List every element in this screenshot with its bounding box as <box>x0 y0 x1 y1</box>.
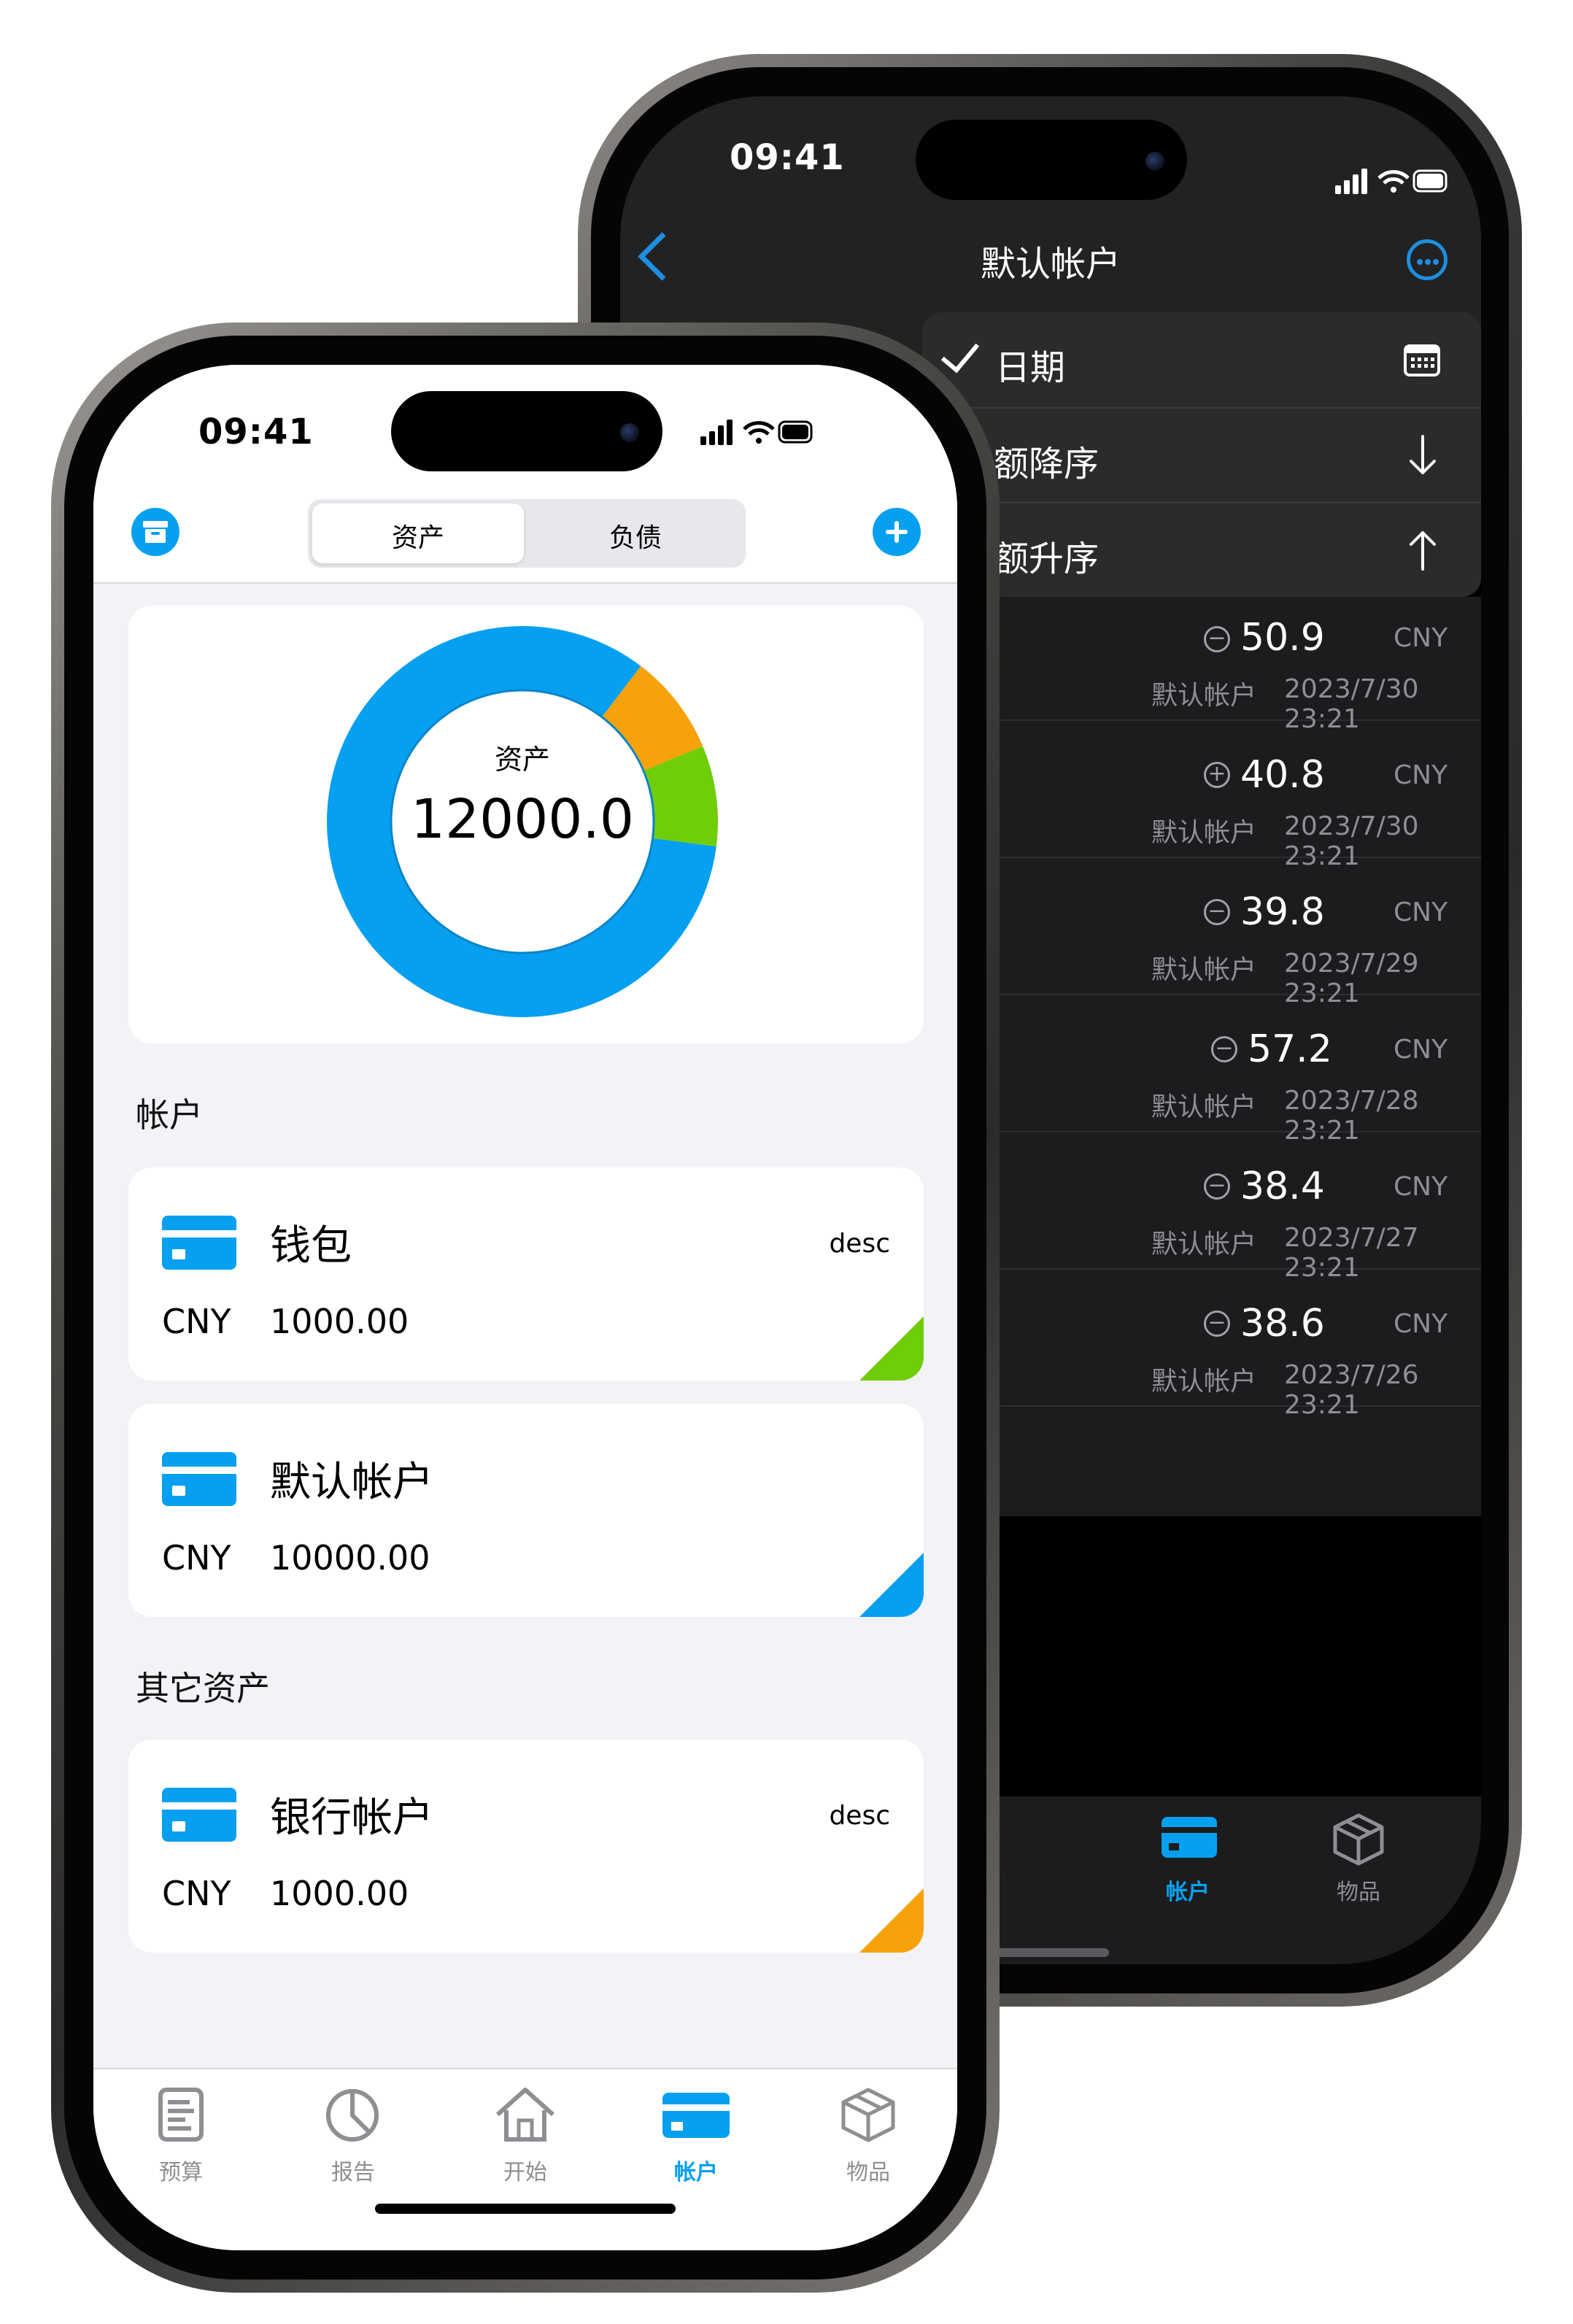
sort-option-date[interactable]: 日期 <box>922 312 1481 407</box>
box-icon <box>1333 1813 1384 1866</box>
camera-icon <box>620 423 639 442</box>
add-account-button[interactable] <box>873 508 921 556</box>
minus-circle-icon: − <box>1204 1173 1230 1200</box>
transaction-account: 默认帐户 <box>1151 1092 1257 1122</box>
archive-box-icon <box>143 521 168 543</box>
account-card-wallet[interactable]: 钱包 desc CNY 1000.00 <box>128 1167 924 1381</box>
account-card-bank[interactable]: 银行帐户 desc CNY 1000.00 <box>128 1740 924 1953</box>
tab-items[interactable]: 物品 <box>810 2084 927 2186</box>
tab-label: 开始 <box>503 2160 547 2185</box>
tab-label: 帐户 <box>674 2160 718 2185</box>
archive-button[interactable] <box>131 508 179 556</box>
camera-icon <box>1145 152 1164 171</box>
transaction-currency: CNY <box>1394 897 1448 927</box>
transaction-account: 默认帐户 <box>1151 681 1257 711</box>
home-indicator <box>375 2204 676 2214</box>
tab-accounts[interactable]: 帐户 <box>1153 1811 1284 1913</box>
transaction-account: 默认帐户 <box>1151 1367 1257 1397</box>
front-tab-bar: 预算 报告 开始 帐户 物品 <box>93 2068 957 2250</box>
assets-liabilities-segmented-control: 资产 负债 <box>308 499 746 568</box>
transaction-amount: 38.6 <box>1240 1302 1325 1346</box>
donut-label: 资产 <box>494 744 550 776</box>
front-phone-screen: 09:41 资产 负债 资产 12000.0 帐户 钱包 desc CNY 10… <box>93 365 957 2250</box>
tab-start[interactable]: 开始 <box>467 2084 584 2186</box>
transaction-currency: CNY <box>1394 1172 1448 1202</box>
transaction-amount: 40.8 <box>1240 753 1325 797</box>
account-name: 钱包 <box>270 1222 352 1270</box>
account-name: 默认帐户 <box>270 1459 433 1506</box>
account-balance: 10000.00 <box>270 1538 430 1578</box>
sort-option-label: 日期 <box>995 347 1066 388</box>
more-options-icon[interactable] <box>1407 239 1448 280</box>
account-currency: CNY <box>162 1302 231 1341</box>
status-time: 09:41 <box>730 137 845 178</box>
transaction-currency: CNY <box>1394 623 1448 653</box>
segment-liabilities[interactable]: 负债 <box>530 517 741 555</box>
transaction-amount: 39.8 <box>1240 890 1325 934</box>
assets-summary-card: 资产 12000.0 <box>128 606 924 1043</box>
house-icon <box>495 2088 555 2142</box>
minus-circle-icon: − <box>1204 899 1230 925</box>
transaction-account: 默认帐户 <box>1151 818 1257 848</box>
sort-option-amount-desc[interactable]: 金额降序 <box>922 407 1481 503</box>
account-color-tag <box>859 1553 924 1617</box>
status-time: 09:41 <box>198 412 314 452</box>
account-balance: 1000.00 <box>270 1302 409 1341</box>
status-icons <box>1335 169 1448 194</box>
tab-label: 物品 <box>1337 1880 1380 1905</box>
donut-total: 12000.0 <box>410 788 634 851</box>
segment-assets[interactable]: 资产 <box>312 517 524 555</box>
card-icon <box>162 1452 236 1506</box>
plus-circle-icon: + <box>1204 762 1230 788</box>
section-title-accounts: 帐户 <box>136 1095 203 1135</box>
account-color-tag <box>859 1888 924 1953</box>
account-color-tag <box>859 1316 924 1381</box>
tab-budget[interactable]: 预算 <box>123 2084 239 2186</box>
tab-label: 预算 <box>159 2160 203 2185</box>
sort-menu: 日期 金额降序 金额升序 <box>922 312 1481 597</box>
page-title: 默认帐户 <box>980 244 1121 285</box>
transaction-account: 默认帐户 <box>1151 955 1257 985</box>
document-icon <box>158 2088 204 2142</box>
minus-circle-icon: − <box>1204 1310 1230 1337</box>
account-balance: 1000.00 <box>270 1874 409 1913</box>
transaction-currency: CNY <box>1394 1309 1448 1339</box>
arrow-down-icon <box>1410 435 1436 474</box>
transaction-date: 2023/7/26 23:21 <box>1284 1360 1419 1420</box>
minus-circle-icon: − <box>1211 1036 1237 1062</box>
card-icon <box>162 1788 236 1842</box>
account-desc: desc <box>829 1229 890 1259</box>
pie-chart-icon <box>326 2089 379 2142</box>
tab-label: 物品 <box>846 2160 890 2185</box>
transaction-account: 默认帐户 <box>1151 1229 1257 1259</box>
tab-items[interactable]: 物品 <box>1321 1811 1452 1913</box>
transaction-currency: CNY <box>1394 1035 1448 1065</box>
arrow-up-icon <box>1410 531 1436 571</box>
box-icon <box>841 2088 895 2142</box>
minus-circle-icon: − <box>1204 626 1230 652</box>
calendar-icon <box>1404 344 1440 377</box>
section-title-other-assets: 其它资产 <box>136 1669 270 1708</box>
transaction-amount: 38.4 <box>1240 1165 1325 1208</box>
status-icons <box>700 420 813 445</box>
account-currency: CNY <box>162 1538 231 1578</box>
card-icon <box>162 1216 236 1270</box>
tab-label: 报告 <box>331 2160 375 2185</box>
sort-option-amount-asc[interactable]: 金额升序 <box>922 502 1481 598</box>
account-name: 银行帐户 <box>270 1794 433 1842</box>
card-icon <box>1162 1817 1217 1858</box>
transaction-amount: 50.9 <box>1240 616 1325 660</box>
transaction-currency: CNY <box>1394 760 1448 790</box>
tab-accounts[interactable]: 帐户 <box>638 2084 754 2186</box>
card-icon <box>662 2093 730 2138</box>
account-currency: CNY <box>162 1874 231 1913</box>
account-card-default[interactable]: 默认帐户 CNY 10000.00 <box>128 1404 924 1617</box>
transaction-amount: 57.2 <box>1248 1027 1332 1071</box>
tab-reports[interactable]: 报告 <box>295 2084 411 2186</box>
account-desc: desc <box>829 1801 890 1831</box>
tab-label: 帐户 <box>1166 1880 1210 1905</box>
